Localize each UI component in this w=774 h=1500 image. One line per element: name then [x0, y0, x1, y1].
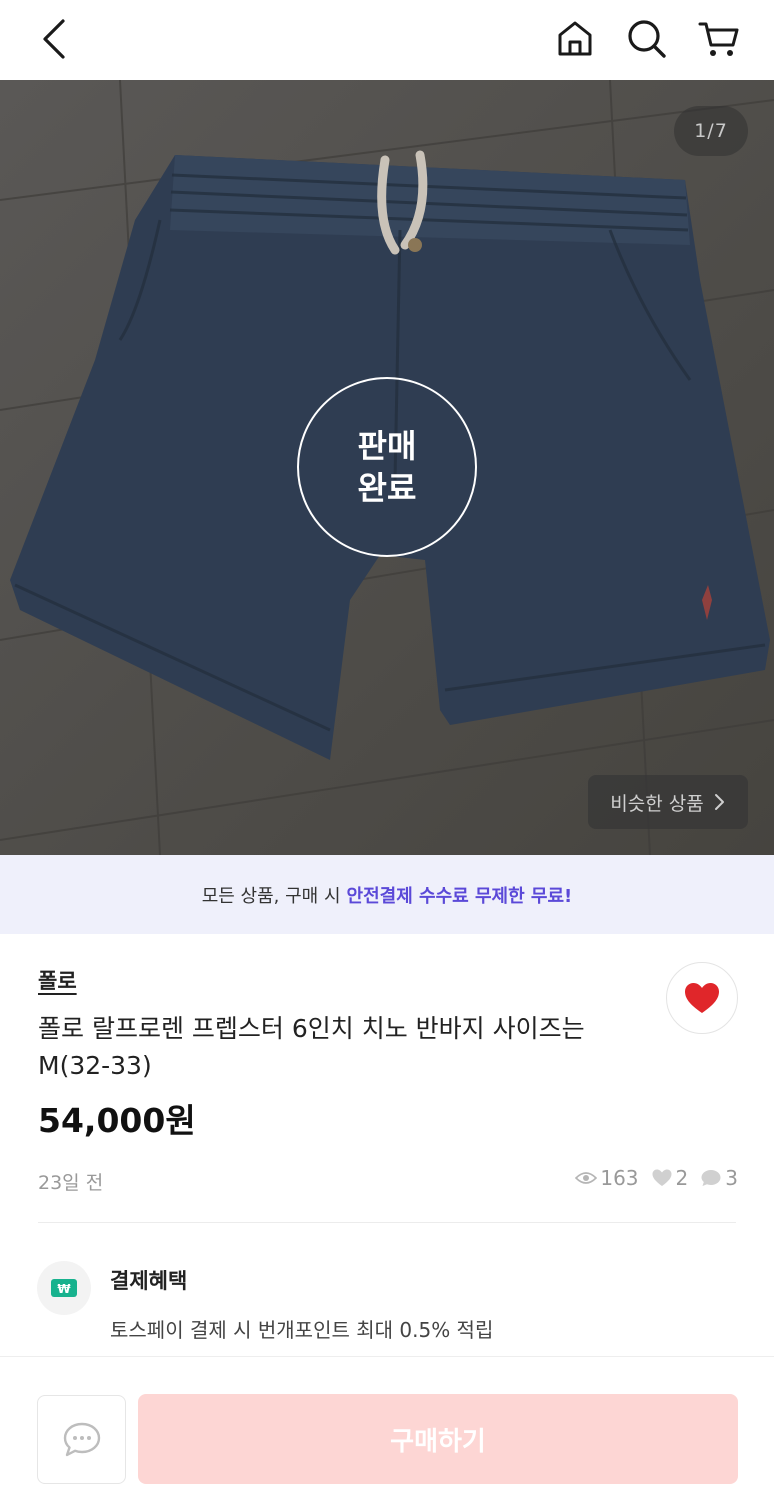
- product-stats: 163 2 3: [575, 1166, 738, 1190]
- heart-outline-icon: [652, 1169, 672, 1186]
- svg-text:₩: ₩: [57, 1282, 71, 1296]
- heart-icon: [685, 983, 719, 1013]
- banner-highlight: 안전결제 수수료 무제한 무료!: [346, 885, 573, 907]
- chevron-right-icon: [714, 794, 724, 810]
- benefit-description: 토스페이 결제 시 번개포인트 최대 0.5% 적립: [110, 1318, 494, 1342]
- sold-out-overlay: 판매 완료: [297, 377, 477, 557]
- toss-pay-icon: ₩: [37, 1261, 91, 1315]
- benefit-title: 결제혜택: [110, 1269, 188, 1293]
- product-photo-gallery[interactable]: 1/7 판매 완료 비슷한 상품: [0, 80, 774, 855]
- views-count: 163: [600, 1166, 639, 1190]
- cart-button[interactable]: [694, 14, 744, 64]
- likes-count: 2: [675, 1166, 689, 1190]
- likes-stat: 2: [651, 1166, 689, 1190]
- chat-button[interactable]: [37, 1395, 126, 1484]
- chat-bubble-icon: [63, 1422, 100, 1456]
- posted-time: 23일 전: [38, 1172, 104, 1194]
- photo-counter: 1/7: [674, 106, 748, 156]
- chats-count: 3: [725, 1166, 738, 1190]
- product-title: 폴로 랄프로렌 프렙스터 6인치 치노 반바지 사이즈는 M(32-33): [38, 1014, 585, 1080]
- chevron-left-icon: [43, 19, 65, 59]
- chats-stat: 3: [700, 1166, 738, 1190]
- cart-icon: [698, 22, 739, 56]
- brand-link[interactable]: 폴로: [38, 965, 77, 995]
- like-button[interactable]: [666, 962, 738, 1034]
- sold-label-line2: 완료: [357, 469, 417, 507]
- similar-products-button[interactable]: 비슷한 상품: [588, 775, 748, 829]
- bottom-action-bar: 구매하기: [0, 1356, 774, 1500]
- eye-icon: [575, 1172, 598, 1184]
- section-divider: [38, 1222, 736, 1223]
- banner-text: 모든 상품, 구매 시: [201, 885, 341, 907]
- search-icon: [628, 20, 666, 58]
- similar-products-label: 비슷한 상품: [610, 792, 704, 815]
- safe-payment-banner[interactable]: 모든 상품, 구매 시 안전결제 수수료 무제한 무료!: [0, 855, 774, 934]
- buy-button[interactable]: 구매하기: [138, 1394, 738, 1484]
- won-badge-icon: ₩: [51, 1279, 77, 1297]
- top-bar: [0, 0, 774, 80]
- product-price: 54,000원: [38, 1101, 196, 1140]
- views-stat: 163: [575, 1166, 639, 1190]
- search-button[interactable]: [622, 14, 672, 64]
- home-button[interactable]: [550, 14, 600, 64]
- home-icon: [558, 21, 592, 56]
- back-button[interactable]: [30, 12, 86, 68]
- chat-icon: [701, 1170, 721, 1186]
- sold-label-line1: 판매: [357, 427, 417, 465]
